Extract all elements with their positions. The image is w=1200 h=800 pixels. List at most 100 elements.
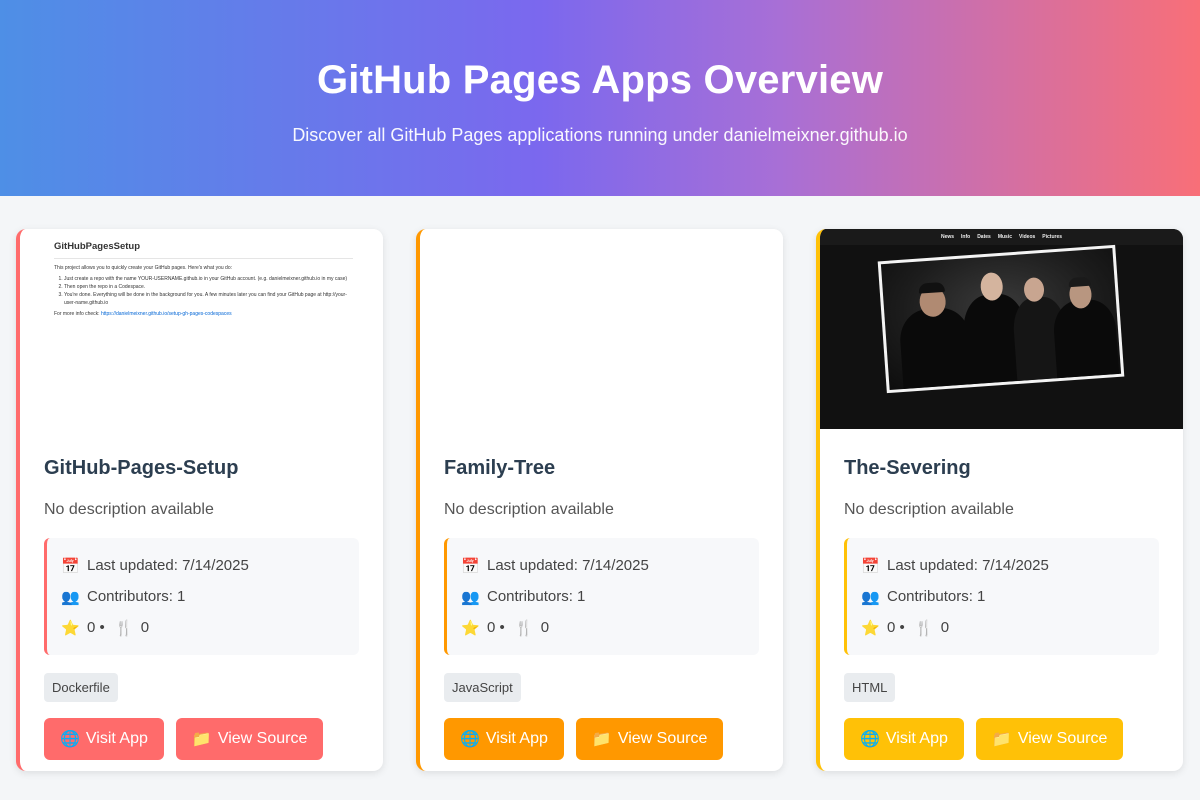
band-photo <box>877 244 1125 394</box>
contributors-row: 👥 Contributors: 1 <box>61 581 345 612</box>
band-member-beanie <box>1068 276 1091 288</box>
band-photo-image <box>880 248 1122 390</box>
band-member-cap <box>918 281 945 294</box>
last-updated-text: Last updated: 7/14/2025 <box>487 557 649 574</box>
app-card-github-pages-setup: GitHubPagesSetup This project allows you… <box>16 229 383 771</box>
page-subtitle: Discover all GitHub Pages applications r… <box>292 125 908 145</box>
band-member-figure <box>1051 298 1120 379</box>
folder-icon: 📁 <box>591 731 612 748</box>
preview-more-prefix: For more info check: <box>54 311 100 318</box>
stars-count: 0 • <box>887 619 905 636</box>
stats-row: ⭐ 0 • 🍴 0 <box>61 612 345 643</box>
stats-row: ⭐ 0 • 🍴 0 <box>861 612 1145 643</box>
contributors-icon: 👥 <box>861 588 880 606</box>
visit-app-button[interactable]: 🌐 Visit App <box>444 718 564 760</box>
app-card-family-tree: Family-Tree No description available 📅 L… <box>416 229 783 771</box>
contributors-text: Contributors: 1 <box>487 588 586 605</box>
card-body: Family-Tree No description available 📅 L… <box>420 429 783 760</box>
preview-nav-item: Info <box>961 234 971 240</box>
app-description: No description available <box>844 501 1014 518</box>
view-source-label: View Source <box>617 730 708 747</box>
card-body: GitHub-Pages-Setup No description availa… <box>20 429 383 760</box>
visit-app-label: Visit App <box>885 730 948 747</box>
app-description: No description available <box>444 501 614 518</box>
app-preview-thumbnail[interactable]: GitHubPagesSetup This project allows you… <box>20 229 383 429</box>
page-header: GitHub Pages Apps Overview Discover all … <box>0 0 1200 196</box>
globe-icon: 🌐 <box>860 731 880 748</box>
globe-icon: 🌐 <box>460 731 480 748</box>
star-icon: ⭐ <box>61 619 80 637</box>
fork-icon: 🍴 <box>914 619 934 637</box>
band-member-figure <box>898 306 974 389</box>
calendar-icon: 📅 <box>461 557 480 575</box>
folder-icon: 📁 <box>991 731 1012 748</box>
preview-more-info: For more info check: https://danielmeixn… <box>54 310 353 318</box>
fork-icon: 🍴 <box>114 619 134 637</box>
app-metadata: 📅 Last updated: 7/14/2025 👥 Contributors… <box>444 538 759 655</box>
contributors-icon: 👥 <box>61 588 80 606</box>
star-icon: ⭐ <box>861 619 880 637</box>
preview-intro: This project allows you to quickly creat… <box>54 265 232 272</box>
language-badge: JavaScript <box>444 673 521 702</box>
contributors-row: 👥 Contributors: 1 <box>861 581 1145 612</box>
preview-nav-item: Dates <box>977 234 991 240</box>
star-icon: ⭐ <box>461 619 480 637</box>
app-preview-thumbnail[interactable]: News Info Dates Music Videos Pictures <box>820 229 1183 429</box>
stars-count: 0 • <box>487 619 505 636</box>
contributors-text: Contributors: 1 <box>887 588 986 605</box>
visit-app-button[interactable]: 🌐 Visit App <box>844 718 964 760</box>
preview-heading: GitHubPagesSetup <box>54 239 353 260</box>
preview-document: GitHubPagesSetup This project allows you… <box>54 239 353 318</box>
forks-count: 0 <box>140 619 150 636</box>
calendar-icon: 📅 <box>861 557 880 575</box>
visit-app-label: Visit App <box>485 730 548 747</box>
visit-app-button[interactable]: 🌐 Visit App <box>44 718 164 760</box>
card-actions: 🌐 Visit App 📁 View Source <box>44 718 359 760</box>
view-source-label: View Source <box>1017 730 1108 747</box>
language-badge: HTML <box>844 673 896 702</box>
card-actions: 🌐 Visit App 📁 View Source <box>444 718 759 760</box>
preview-step: Just create a repo with the name YOUR-US… <box>64 275 353 283</box>
app-metadata: 📅 Last updated: 7/14/2025 👥 Contributors… <box>44 538 359 655</box>
view-source-button[interactable]: 📁 View Source <box>575 718 724 760</box>
last-updated-text: Last updated: 7/14/2025 <box>87 557 249 574</box>
preview-steps: Just create a repo with the name YOUR-US… <box>54 275 353 307</box>
calendar-icon: 📅 <box>61 557 80 575</box>
contributors-text: Contributors: 1 <box>87 588 186 605</box>
contributors-row: 👥 Contributors: 1 <box>461 581 745 612</box>
stats-row: ⭐ 0 • 🍴 0 <box>461 612 745 643</box>
view-source-button[interactable]: 📁 View Source <box>175 718 324 760</box>
app-name: GitHub-Pages-Setup <box>44 457 239 479</box>
card-body: The-Severing No description available 📅 … <box>820 429 1183 760</box>
app-name: Family-Tree <box>444 457 556 479</box>
folder-icon: 📁 <box>191 731 212 748</box>
last-updated-text: Last updated: 7/14/2025 <box>887 557 1049 574</box>
globe-icon: 🌐 <box>60 731 80 748</box>
card-actions: 🌐 Visit App 📁 View Source <box>844 718 1159 760</box>
fork-icon: 🍴 <box>514 619 534 637</box>
app-description: No description available <box>44 501 214 518</box>
preview-nav: News Info Dates Music Videos Pictures <box>820 229 1183 245</box>
app-name: The-Severing <box>844 457 971 479</box>
view-source-label: View Source <box>217 730 308 747</box>
preview-step: You're done. Everything will be done in … <box>64 291 353 307</box>
language-badge: Dockerfile <box>44 673 118 702</box>
stars-count: 0 • <box>87 619 105 636</box>
preview-step: Then open the repo in a Codespace. <box>64 283 353 291</box>
preview-nav-item: Music <box>997 234 1012 240</box>
last-updated-row: 📅 Last updated: 7/14/2025 <box>461 550 745 581</box>
page-title: GitHub Pages Apps Overview <box>316 58 884 102</box>
preview-more-link: https://danielmeixner.github.io/setup-gh… <box>100 311 232 318</box>
app-card-grid: GitHubPagesSetup This project allows you… <box>16 229 1184 771</box>
preview-nav-item: Videos <box>1018 234 1036 240</box>
app-card-the-severing: News Info Dates Music Videos Pictures Th… <box>816 229 1183 771</box>
app-preview-thumbnail[interactable] <box>420 229 783 429</box>
last-updated-row: 📅 Last updated: 7/14/2025 <box>861 550 1145 581</box>
visit-app-label: Visit App <box>85 730 148 747</box>
forks-count: 0 <box>940 619 950 636</box>
preview-nav-item: Pictures <box>1042 234 1063 240</box>
view-source-button[interactable]: 📁 View Source <box>975 718 1124 760</box>
preview-nav-item: News <box>940 234 955 240</box>
app-metadata: 📅 Last updated: 7/14/2025 👥 Contributors… <box>844 538 1159 655</box>
forks-count: 0 <box>540 619 550 636</box>
